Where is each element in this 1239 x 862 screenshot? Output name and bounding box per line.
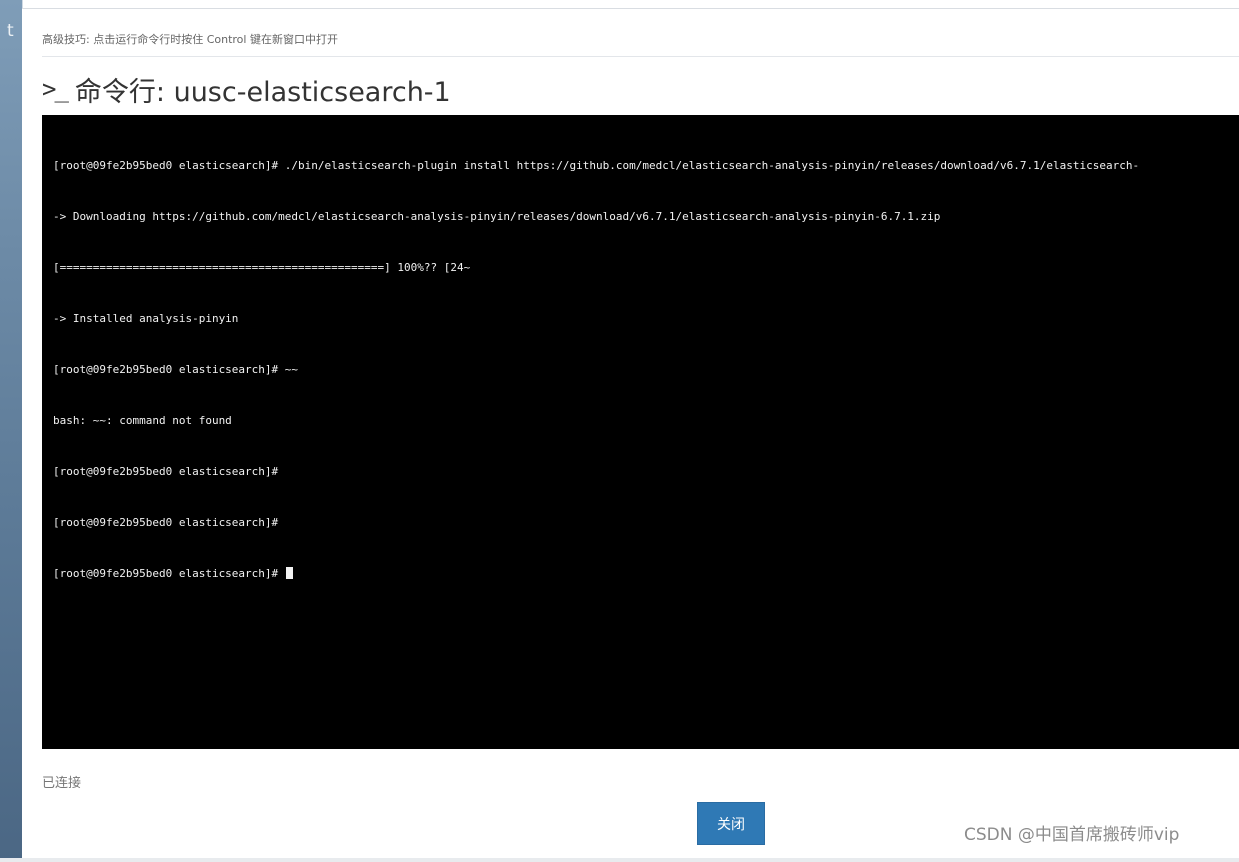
tip-divider — [42, 56, 1239, 57]
terminal-output: [root@09fe2b95bed0 elasticsearch]# ./bin… — [53, 123, 1139, 616]
terminal-line: [root@09fe2b95bed0 elasticsearch]# — [53, 465, 279, 478]
terminal-icon: >_ — [42, 75, 69, 103]
watermark: CSDN @中国首席搬砖师vip — [964, 825, 1180, 845]
dialog-header: >_ 命令行: uusc-elasticsearch-1 — [42, 72, 451, 108]
terminal-prompt-line: [root@09fe2b95bed0 elasticsearch]# — [53, 565, 1139, 582]
page-title: 命令行: uusc-elasticsearch-1 — [74, 76, 451, 108]
terminal-line: [root@09fe2b95bed0 elasticsearch]# — [53, 516, 279, 529]
background-sidebar-strip: t — [0, 0, 23, 862]
tip-text: 高级技巧: 点击运行命令行时按住 Control 键在新窗口中打开 — [42, 33, 338, 46]
close-button[interactable]: 关闭 — [697, 802, 765, 845]
terminal-line: -> Downloading https://github.com/medcl/… — [53, 210, 941, 223]
terminal-console[interactable]: [root@09fe2b95bed0 elasticsearch]# ./bin… — [42, 115, 1239, 749]
terminal-line: [root@09fe2b95bed0 elasticsearch]# ./bin… — [53, 159, 1140, 172]
terminal-line: -> Installed analysis-pinyin — [53, 312, 239, 325]
terminal-line: bash: ~~: command not found — [53, 414, 232, 427]
bottom-border — [0, 858, 1239, 862]
terminal-cursor — [285, 567, 293, 579]
connection-status: 已连接 — [42, 776, 82, 791]
terminal-line: [root@09fe2b95bed0 elasticsearch]# ~~ — [53, 363, 299, 376]
terminal-prompt: [root@09fe2b95bed0 elasticsearch]# — [53, 567, 285, 580]
terminal-line: [=======================================… — [53, 261, 471, 274]
background-app-glyph: t — [7, 21, 14, 41]
console-dialog: 高级技巧: 点击运行命令行时按住 Control 键在新窗口中打开 >_ 命令行… — [22, 9, 1239, 862]
